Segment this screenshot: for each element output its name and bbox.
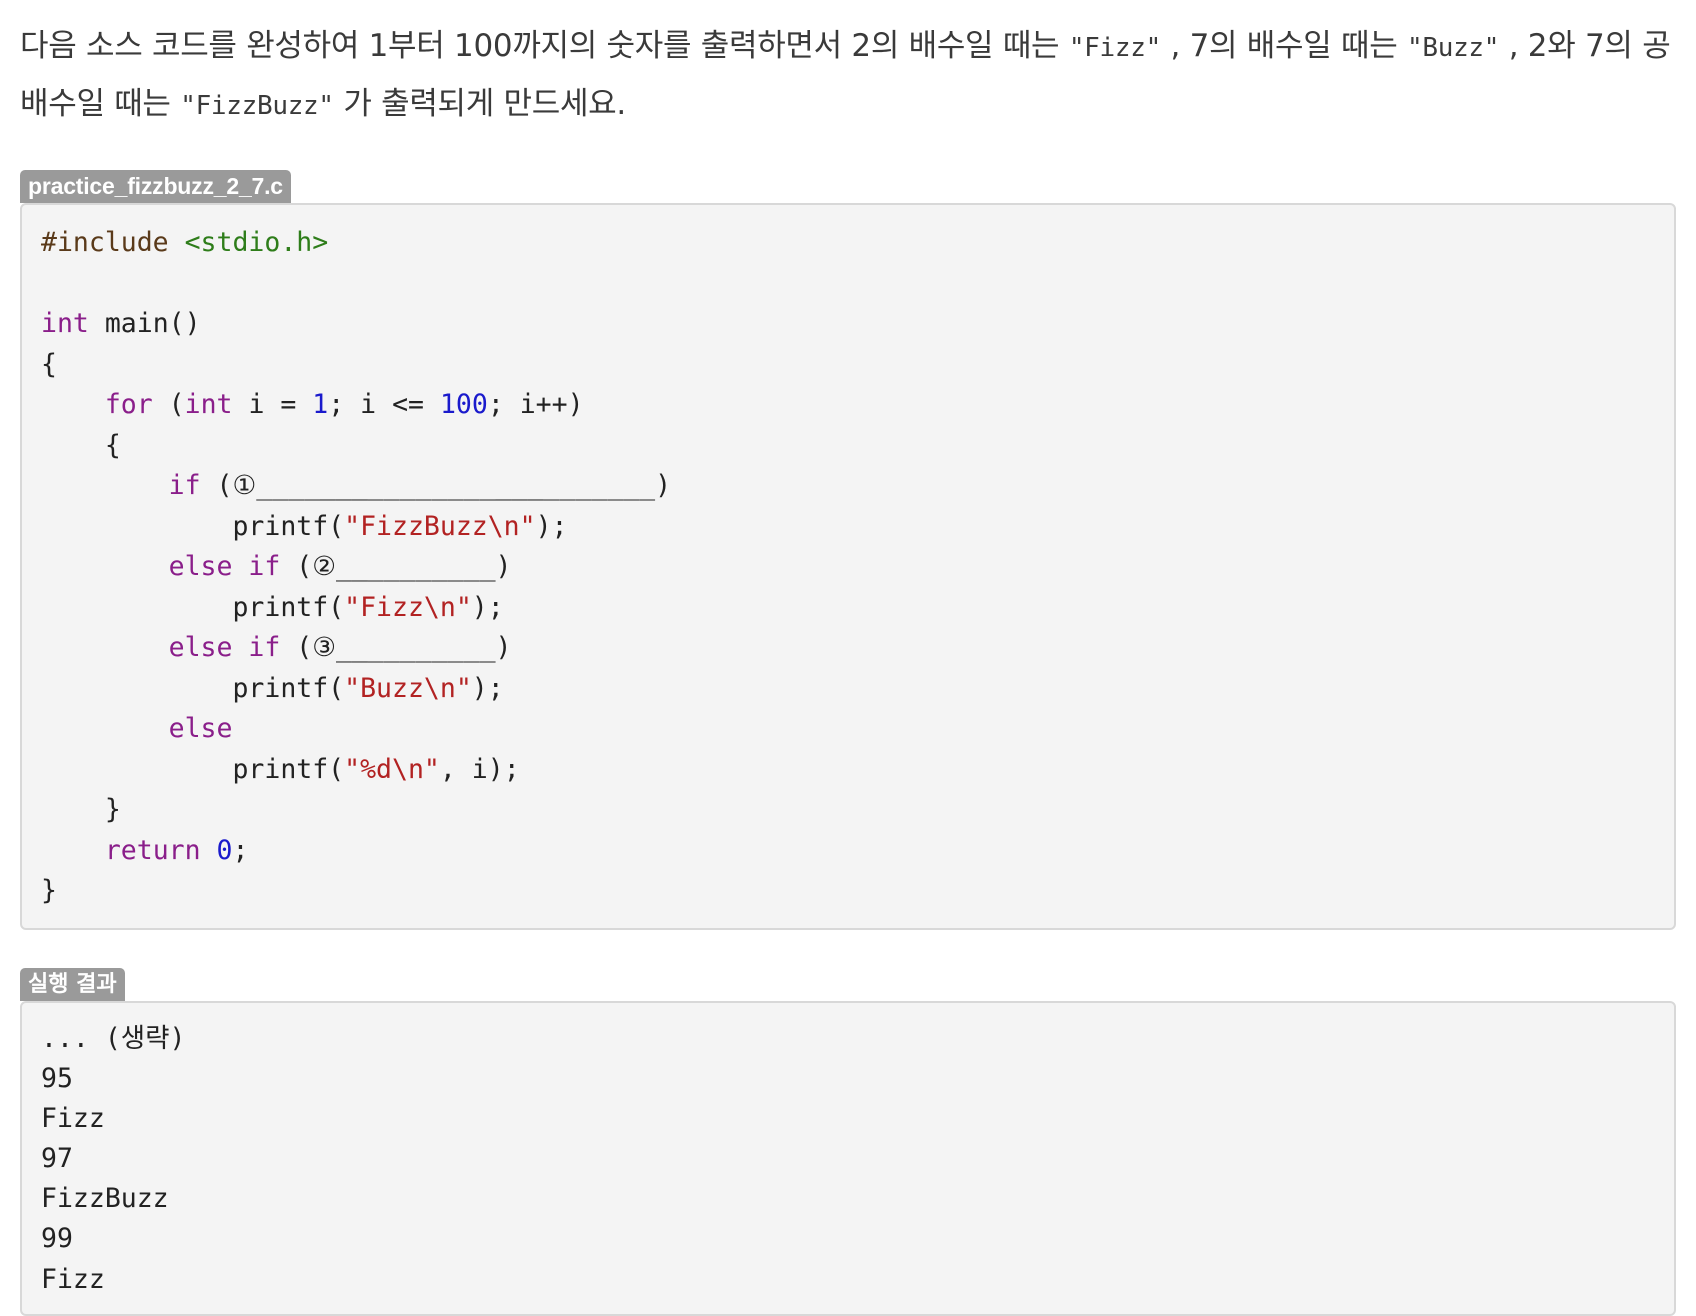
intro-text-1: 다음 소스 코드를 완성하여 1부터 100까지의 숫자를 출력하면서 2의 배…	[20, 28, 1069, 64]
problem-description: 다음 소스 코드를 완성하여 1부터 100까지의 숫자를 출력하면서 2의 배…	[20, 0, 1676, 134]
output-line: 99	[41, 1223, 73, 1255]
code-text: }	[41, 794, 121, 825]
intro-code-buzz: "Buzz"	[1407, 33, 1500, 63]
code-line-1: #include <stdio.h>	[41, 223, 1655, 264]
code-preprocessor: #include	[41, 227, 185, 258]
code-string: "Fizz\n"	[344, 591, 472, 623]
code-line-4: {	[41, 345, 1655, 386]
code-line-16: return 0;	[41, 831, 1655, 872]
output-section-label: 실행 결과	[20, 967, 125, 1001]
code-keyword: int	[41, 308, 89, 339]
code-text: ; i++)	[487, 389, 584, 420]
intro-code-fizzbuzz: "FizzBuzz"	[180, 91, 334, 121]
code-text: {	[41, 429, 121, 461]
code-line-10: printf("Fizz\n");	[41, 588, 1655, 629]
code-text: printf(	[41, 591, 345, 623]
code-text: i =	[232, 389, 313, 420]
document-content: 다음 소스 코드를 완성하여 1부터 100까지의 숫자를 출력하면서 2의 배…	[20, 0, 1676, 1316]
code-text: , i);	[439, 753, 520, 785]
output-line: 95	[41, 1062, 73, 1094]
code-text: ;	[232, 834, 249, 866]
blank-3-condition: (③__________)	[280, 632, 512, 663]
code-text: main()	[88, 308, 201, 339]
code-text: printf(	[41, 510, 345, 542]
code-number: 0	[216, 834, 233, 866]
code-line-8: printf("FizzBuzz\n");	[41, 507, 1655, 548]
output-line: Fizz	[41, 1102, 105, 1134]
output-line: 97	[41, 1143, 73, 1175]
code-text: printf(	[41, 753, 345, 785]
code-text: {	[41, 348, 57, 380]
blank-1-condition: (①_________________________)	[200, 470, 672, 501]
source-file-label: practice_fizzbuzz_2_7.c	[20, 170, 291, 203]
code-keyword: else if	[168, 551, 281, 582]
code-line-9: else if (②__________)	[41, 547, 1655, 588]
code-line-15: }	[41, 790, 1655, 831]
code-line-17: }	[41, 871, 1655, 912]
code-keyword: if	[168, 470, 201, 501]
output-line: FizzBuzz	[41, 1183, 169, 1215]
code-text: );	[471, 672, 504, 704]
code-text: (	[152, 389, 185, 420]
code-line-3: int main()	[41, 304, 1655, 345]
code-keyword: for	[104, 389, 153, 420]
code-line-5: for (int i = 1; i <= 100; i++)	[41, 385, 1655, 426]
source-code-block: #include <stdio.h> int main(){ for (int …	[20, 203, 1676, 930]
code-text: }	[41, 875, 57, 906]
code-string: "%d\n"	[344, 753, 440, 785]
code-number: 100	[439, 389, 488, 420]
code-keyword: else if	[168, 632, 281, 663]
code-line-12: printf("Buzz\n");	[41, 669, 1655, 710]
code-keyword: int	[184, 389, 233, 420]
blank-2-condition: (②__________)	[280, 551, 512, 582]
code-text: );	[471, 591, 504, 623]
intro-text-2: , 7의 배수일 때는	[1160, 28, 1408, 64]
code-line-7: if (①_________________________)	[41, 466, 1655, 507]
code-text: );	[535, 510, 568, 542]
code-string: "Buzz\n"	[344, 672, 472, 704]
code-keyword: return	[104, 834, 201, 866]
intro-text-4: 가 출력되게 만드세요.	[333, 86, 626, 122]
code-include-header: <stdio.h>	[184, 227, 329, 258]
output-line: Fizz	[41, 1263, 105, 1295]
output-block: ... (생략) 95 Fizz 97 FizzBuzz 99 Fizz	[20, 1000, 1676, 1316]
code-line-14: printf("%d\n", i);	[41, 750, 1655, 791]
code-number: 1	[312, 389, 329, 420]
intro-code-fizz: "Fizz"	[1068, 33, 1161, 63]
code-text: printf(	[41, 672, 345, 704]
code-line-11: else if (③__________)	[41, 628, 1655, 669]
code-keyword: else	[168, 713, 233, 744]
output-line: ... (생략)	[41, 1022, 186, 1054]
code-text: ; i <=	[328, 389, 440, 420]
code-line-13: else	[41, 709, 1655, 750]
code-line-6: {	[41, 426, 1655, 467]
code-string: "FizzBuzz\n"	[344, 510, 536, 542]
